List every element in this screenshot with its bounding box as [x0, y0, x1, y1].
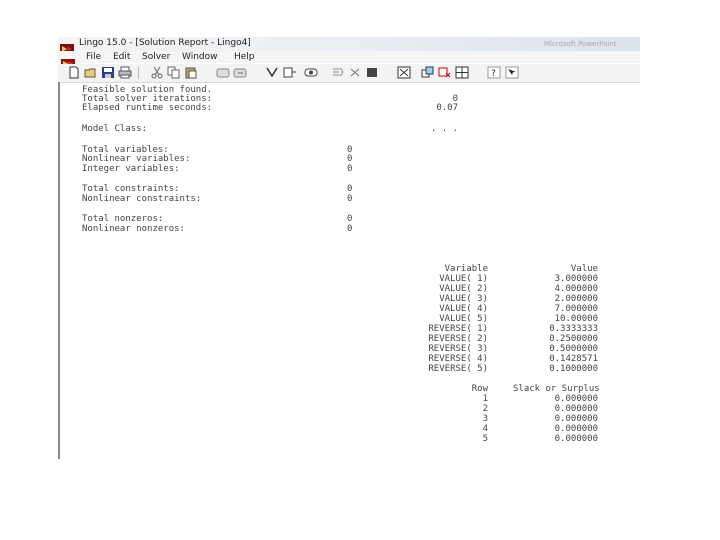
- tile-icon[interactable]: [455, 66, 469, 79]
- menu-bar: File Edit Solver Window Help: [58, 51, 640, 68]
- context-help-icon[interactable]: [505, 66, 519, 79]
- options-icon[interactable]: [397, 66, 411, 79]
- row-column-header: Row: [471, 384, 488, 394]
- row-number: 3: [482, 414, 488, 424]
- model-class-label: Model Class:: [82, 124, 148, 134]
- slack-value: 0.000000: [554, 424, 598, 434]
- menu-file[interactable]: File: [86, 51, 101, 63]
- integer-variables-label: Integer variables:: [82, 164, 180, 174]
- variable-value: 2.000000: [554, 294, 598, 304]
- variable-value: 10.00000: [554, 314, 598, 324]
- new-file-icon[interactable]: [67, 66, 81, 79]
- row-number: 5: [482, 434, 488, 444]
- row-number: 2: [482, 404, 488, 414]
- variable-name: VALUE( 4): [439, 304, 488, 314]
- variable-column-header: Variable: [444, 264, 488, 274]
- print-icon[interactable]: [118, 66, 132, 79]
- find-icon[interactable]: [216, 66, 230, 79]
- stop-icon[interactable]: [365, 66, 379, 79]
- variable-name: VALUE( 2): [439, 284, 488, 294]
- variable-value: 0.2500000: [549, 334, 598, 344]
- cut-icon[interactable]: [150, 66, 164, 79]
- window-title: Lingo 15.0 - [Solution Report - Lingo4]: [79, 38, 251, 48]
- variable-name: REVERSE( 4): [428, 354, 488, 364]
- svg-text:?: ?: [491, 69, 496, 79]
- help-icon[interactable]: ?: [487, 66, 501, 79]
- variable-name: REVERSE( 1): [428, 324, 488, 334]
- toolbar-separator: [138, 67, 139, 79]
- title-bar[interactable]: Lingo 15.0 - [Solution Report - Lingo4] …: [58, 37, 640, 54]
- total-constraints-label: Total constraints:: [82, 184, 180, 194]
- menu-help[interactable]: Help: [234, 51, 255, 63]
- row-number: 4: [482, 424, 488, 434]
- slack-value: 0.000000: [554, 404, 598, 414]
- slack-column-header: Slack or Surplus: [513, 384, 600, 394]
- variable-value: 0.1428571: [549, 354, 598, 364]
- solution-icon[interactable]: [331, 66, 345, 79]
- variable-value: 0.3333333: [549, 324, 598, 334]
- solve-icon[interactable]: [304, 66, 318, 79]
- variable-name: REVERSE( 3): [428, 344, 488, 354]
- variable-name: REVERSE( 5): [428, 364, 488, 374]
- slack-value: 0.000000: [554, 394, 598, 404]
- total-nonzeros-label: Total nonzeros:: [82, 214, 164, 224]
- variable-name: VALUE( 1): [439, 274, 488, 284]
- nonlinear-variables-value: 0: [347, 154, 353, 164]
- total-constraints-value: 0: [347, 184, 353, 194]
- runtime-label: Elapsed runtime seconds:: [82, 103, 213, 113]
- variable-value: 4.000000: [554, 284, 598, 294]
- variable-name: VALUE( 5): [439, 314, 488, 324]
- window-title-right: Microsoft PowerPoint: [544, 40, 617, 48]
- open-folder-icon[interactable]: [84, 66, 98, 79]
- menu-window[interactable]: Window: [182, 51, 218, 63]
- value-column-header: Value: [570, 264, 598, 274]
- model-class-value: . . .: [430, 124, 458, 134]
- variable-name: REVERSE( 2): [428, 334, 488, 344]
- slack-value: 0.000000: [554, 414, 598, 424]
- match-paren-icon[interactable]: [283, 66, 297, 79]
- variable-value: 7.000000: [554, 304, 598, 314]
- variable-name: VALUE( 3): [439, 294, 488, 304]
- row-number: 1: [482, 394, 488, 404]
- send-to-back-icon[interactable]: [421, 66, 435, 79]
- solution-report[interactable]: Feasible solution found. Total solver it…: [58, 82, 640, 459]
- copy-icon[interactable]: [167, 66, 181, 79]
- integer-variables-value: 0: [347, 164, 353, 174]
- document-icon[interactable]: [61, 53, 75, 68]
- find-next-icon[interactable]: [233, 66, 247, 79]
- goto-line-icon[interactable]: [265, 66, 279, 79]
- lingo-app-icon: [60, 39, 74, 54]
- slack-value: 0.000000: [554, 434, 598, 444]
- close-icon[interactable]: [348, 66, 362, 79]
- toolbar: ?: [58, 64, 640, 83]
- menu-solver[interactable]: Solver: [142, 51, 170, 63]
- variable-value: 0.5000000: [549, 344, 598, 354]
- nonlinear-constraints-value: 0: [347, 194, 353, 204]
- total-nonzeros-value: 0: [347, 214, 353, 224]
- nonlinear-nonzeros-value: 0: [347, 224, 353, 234]
- close-all-icon[interactable]: [438, 66, 452, 79]
- nonlinear-variables-label: Nonlinear variables:: [82, 154, 191, 164]
- nonlinear-constraints-label: Nonlinear constraints:: [82, 194, 202, 204]
- variable-value: 3.000000: [554, 274, 598, 284]
- lingo-window: Lingo 15.0 - [Solution Report - Lingo4] …: [58, 37, 640, 459]
- paste-icon[interactable]: [184, 66, 198, 79]
- menu-edit[interactable]: Edit: [113, 51, 130, 63]
- runtime-value: 0.07: [436, 103, 458, 113]
- save-icon[interactable]: [101, 66, 115, 79]
- variable-value: 0.1000000: [549, 364, 598, 374]
- nonlinear-nonzeros-label: Nonlinear nonzeros:: [82, 224, 185, 234]
